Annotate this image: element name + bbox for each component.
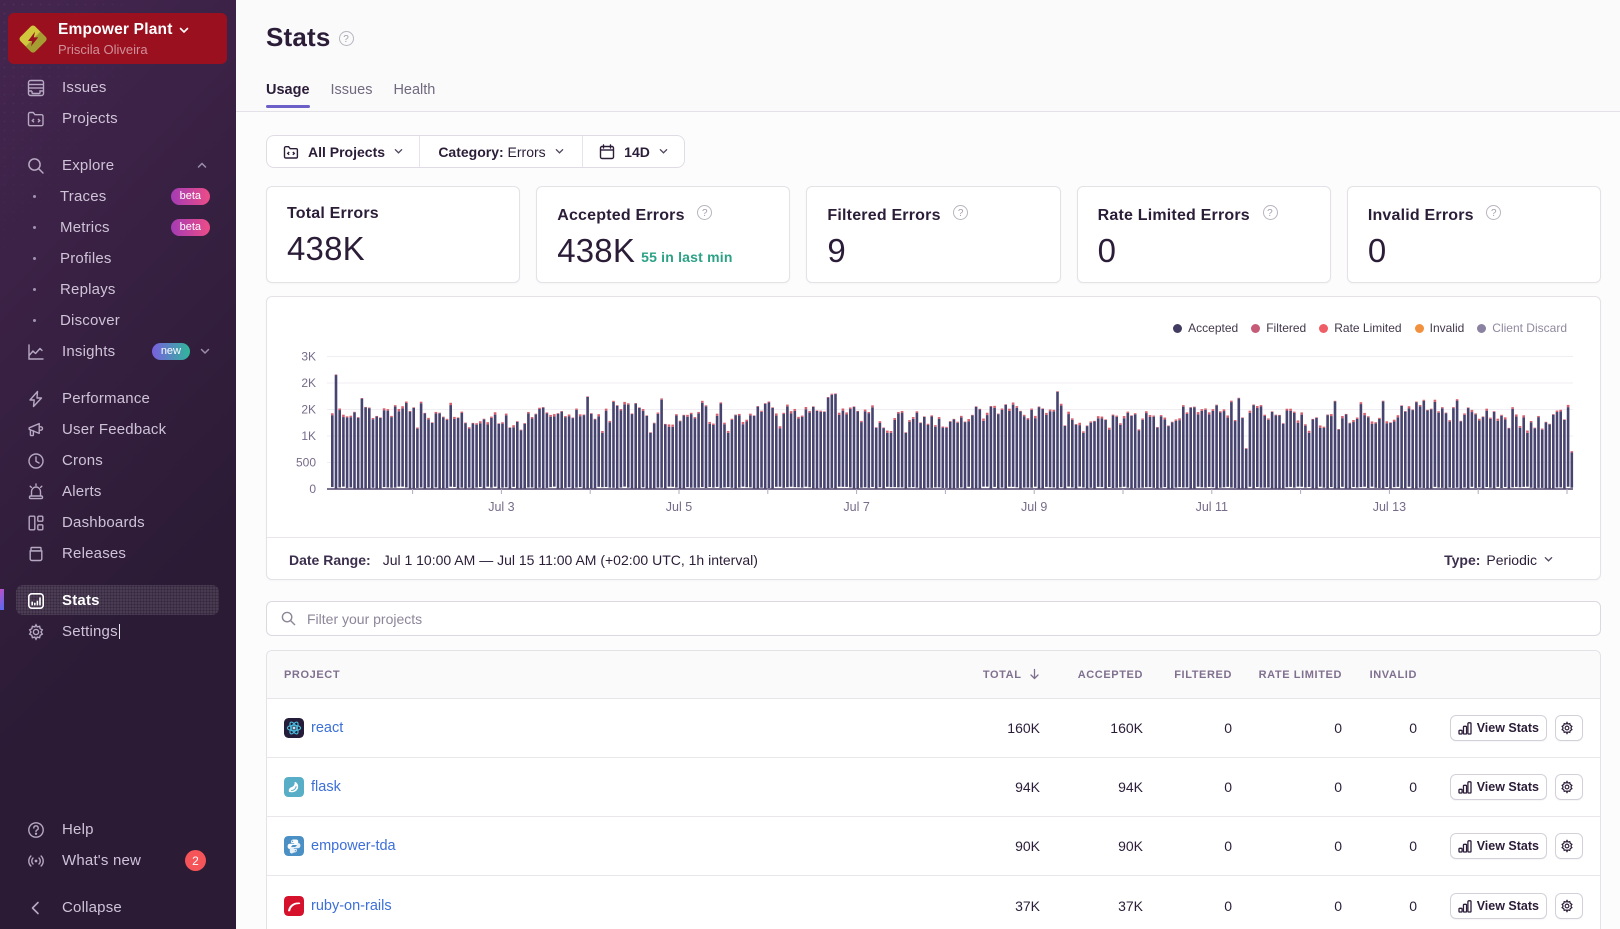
svg-text:Jul 13: Jul 13 xyxy=(1373,500,1406,514)
svg-text:2K: 2K xyxy=(301,376,316,390)
svg-text:2K: 2K xyxy=(301,403,316,417)
svg-text:0: 0 xyxy=(309,482,316,496)
svg-text:3K: 3K xyxy=(301,350,316,364)
svg-text:1K: 1K xyxy=(301,429,316,443)
svg-text:500: 500 xyxy=(296,456,316,470)
svg-text:Jul 11: Jul 11 xyxy=(1196,500,1228,514)
svg-text:Jul 5: Jul 5 xyxy=(666,500,692,514)
svg-text:Jul 3: Jul 3 xyxy=(488,500,514,514)
svg-text:Jul 9: Jul 9 xyxy=(1021,500,1047,514)
svg-text:Jul 7: Jul 7 xyxy=(843,500,869,514)
